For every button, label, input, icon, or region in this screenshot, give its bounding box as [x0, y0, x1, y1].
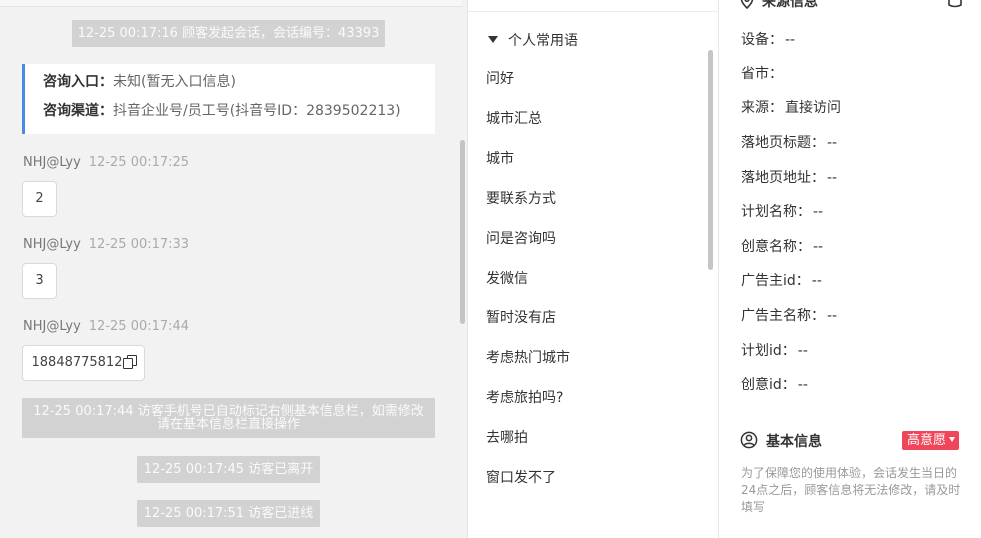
info-row-advertiser-id: 广告主id： --: [741, 271, 822, 291]
visitor-left-text: 12-25 00:17:45 访客已离开: [143, 462, 314, 477]
info-label: 创意名称：: [741, 239, 811, 255]
phrase-item[interactable]: 去哪拍: [486, 428, 528, 448]
info-label: 创意id：: [741, 377, 796, 393]
info-label: 落地页标题：: [741, 135, 825, 151]
message-bubble[interactable]: 3: [22, 263, 57, 299]
source-info-title: 来源信息: [762, 0, 818, 10]
phrase-item[interactable]: 要联系方式: [486, 189, 556, 209]
chat-top-divider: [0, 0, 462, 7]
message-sender-line: NHJ@Lyy 12-25 00:17:44: [23, 319, 189, 334]
info-row-landing-url: 落地页地址： --: [741, 168, 837, 188]
message-time: 12-25 00:17:33: [88, 237, 190, 252]
visitor-info-panel: 来源信息 设备： -- 省市： 来源： 直接访问 落地页标题： -- 落地页地址： --…: [720, 0, 981, 538]
phrases-scrollbar[interactable]: [708, 50, 713, 270]
info-label: 设备：: [741, 32, 783, 48]
info-value: --: [797, 377, 808, 393]
user-circle-icon: [740, 431, 758, 449]
phrase-item[interactable]: 问好: [486, 69, 514, 89]
phrase-item[interactable]: 考虑旅拍吗?: [486, 388, 563, 408]
basic-info-header: 基本信息: [740, 431, 822, 451]
info-row-plan-id: 计划id： --: [741, 341, 808, 361]
session-start-notice: 12-25 00:17:16 顾客发起会话，会话编号：43393: [72, 20, 385, 47]
phrase-group-toggle[interactable]: 个人常用语: [488, 30, 578, 50]
message-text: 3: [35, 273, 44, 288]
phrase-item[interactable]: 暂时没有店: [486, 308, 556, 328]
copy-icon[interactable]: [123, 355, 138, 369]
info-value: --: [813, 204, 824, 220]
edit-deadline-note: 为了保障您的使用体验，会话发生当日的24点之后，顾客信息将无法修改，请及时填写: [741, 466, 961, 514]
location-pin-icon: [740, 0, 754, 9]
intent-level-label: 高意愿: [907, 433, 947, 448]
consult-entrance-value: 未知(暂无入口信息): [113, 74, 236, 90]
message-time: 12-25 00:17:44: [88, 319, 190, 334]
info-value: --: [785, 32, 796, 48]
visitor-left-notice: 12-25 00:17:45 访客已离开: [137, 456, 320, 483]
phrase-group-title: 个人常用语: [508, 33, 578, 49]
info-row-creative-name: 创意名称： --: [741, 237, 823, 257]
phone-message-bubble[interactable]: 18848775812: [22, 345, 145, 381]
phrase-item[interactable]: 问是咨询吗: [486, 229, 556, 249]
info-row-source: 来源： 直接访问: [741, 98, 841, 118]
info-label: 落地页地址：: [741, 170, 825, 186]
info-value: --: [797, 343, 808, 359]
consult-entry-card: 咨询入口：未知(暂无入口信息) 咨询渠道：抖音企业号/员工号(抖音号ID：283…: [22, 64, 435, 134]
message-text: 18848775812: [31, 355, 123, 370]
info-row-landing-title: 落地页标题： --: [741, 133, 837, 153]
info-row-device: 设备： --: [741, 30, 795, 50]
info-value: --: [827, 170, 838, 186]
quick-phrases-panel: 个人常用语 问好 城市汇总 城市 要联系方式 问是咨询吗 发微信 暂时没有店 考…: [467, 0, 719, 538]
info-value: --: [827, 308, 838, 324]
message-bubble[interactable]: 2: [22, 181, 57, 217]
info-value: --: [813, 239, 824, 255]
info-label: 省市：: [741, 66, 783, 82]
consult-channel-row: 咨询渠道：抖音企业号/员工号(抖音号ID：2839502213): [43, 103, 435, 119]
phrase-item[interactable]: 发微信: [486, 269, 528, 289]
consult-entrance-label: 咨询入口：: [43, 74, 113, 90]
source-info-header: 来源信息: [740, 0, 818, 11]
info-label: 计划id：: [741, 343, 796, 359]
phrase-item[interactable]: 考虑热门城市: [486, 348, 570, 368]
info-label: 计划名称：: [741, 204, 811, 220]
auto-mark-notice-text: 12-25 00:17:44 访客手机号已自动标记右侧基本信息栏，如需修改请在基…: [33, 404, 424, 432]
info-value: --: [811, 273, 822, 289]
info-value: --: [827, 135, 838, 151]
message-time: 12-25 00:17:25: [88, 155, 190, 170]
info-row-creative-id: 创意id： --: [741, 375, 808, 395]
visitor-entered-text: 12-25 00:17:51 访客已进线: [143, 506, 314, 521]
phrases-top-divider: [468, 11, 718, 12]
workspace: 12-25 00:17:16 顾客发起会话，会话编号：43393 咨询入口：未知…: [0, 0, 981, 538]
info-label: 广告主id：: [741, 273, 810, 289]
info-label: 广告主名称：: [741, 308, 825, 324]
info-row-province-city: 省市：: [741, 64, 785, 84]
visitor-entered-notice: 12-25 00:17:51 访客已进线: [137, 500, 320, 527]
info-row-advertiser-name: 广告主名称： --: [741, 306, 837, 326]
chat-panel: 12-25 00:17:16 顾客发起会话，会话编号：43393 咨询入口：未知…: [0, 0, 467, 538]
info-label: 来源：: [741, 100, 783, 116]
caret-down-icon: [949, 437, 956, 442]
edit-icon[interactable]: [946, 0, 964, 8]
session-start-text: 12-25 00:17:16 顾客发起会话，会话编号：43393: [77, 26, 380, 41]
message-text: 2: [35, 191, 44, 206]
intent-level-dropdown[interactable]: 高意愿: [902, 431, 960, 450]
message-sender-line: NHJ@Lyy 12-25 00:17:25: [23, 155, 189, 170]
consult-channel-label: 咨询渠道：: [43, 103, 113, 119]
chat-scrollbar[interactable]: [460, 140, 465, 324]
phrase-item[interactable]: 城市: [486, 149, 514, 169]
info-value: 直接访问: [785, 100, 841, 116]
auto-mark-notice: 12-25 00:17:44 访客手机号已自动标记右侧基本信息栏，如需修改请在基…: [22, 398, 435, 438]
phrase-item[interactable]: 窗口发不了: [486, 468, 556, 488]
message-sender: NHJ@Lyy: [23, 237, 81, 252]
message-sender: NHJ@Lyy: [23, 155, 81, 170]
consult-entrance-row: 咨询入口：未知(暂无入口信息): [43, 74, 435, 90]
phrase-item[interactable]: 城市汇总: [486, 109, 542, 129]
caret-down-icon: [488, 36, 498, 43]
basic-info-title: 基本信息: [766, 434, 822, 450]
consult-channel-value: 抖音企业号/员工号(抖音号ID：2839502213): [113, 103, 401, 119]
message-sender-line: NHJ@Lyy 12-25 00:17:33: [23, 237, 189, 252]
info-row-plan-name: 计划名称： --: [741, 202, 823, 222]
message-sender: NHJ@Lyy: [23, 319, 81, 334]
